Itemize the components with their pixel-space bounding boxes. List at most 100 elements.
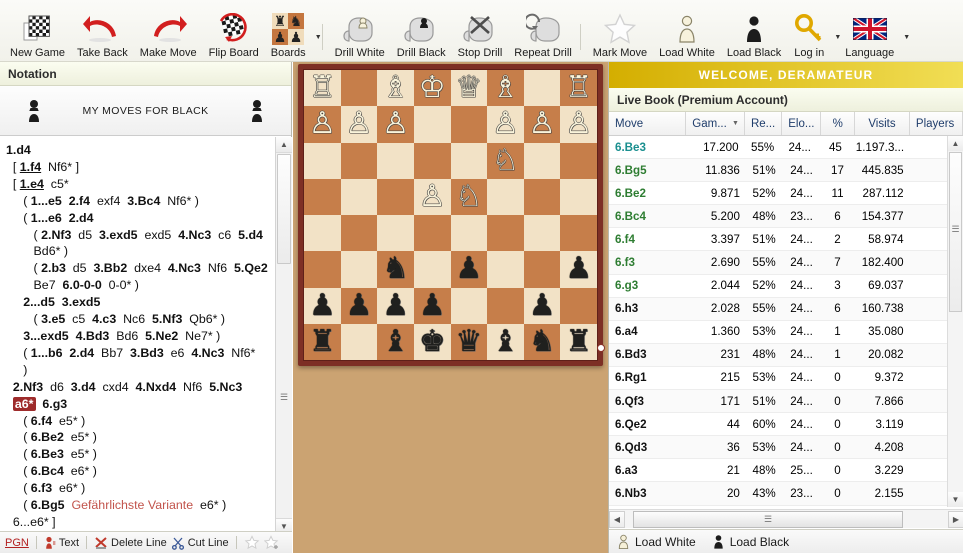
board-square[interactable]: ♟ <box>304 287 341 324</box>
board-square[interactable] <box>340 215 378 252</box>
livebook-row[interactable]: 6.Rg1 215 53% 24... 0 9.372 <box>609 367 963 391</box>
board-square[interactable]: ♙ <box>413 178 451 215</box>
toolbar-button-take-back[interactable]: Take Back <box>71 2 134 62</box>
board-square[interactable] <box>340 178 378 215</box>
board-square[interactable] <box>304 178 341 215</box>
board-square[interactable] <box>413 106 451 143</box>
board-square[interactable] <box>560 178 597 215</box>
board-square[interactable] <box>340 142 378 179</box>
board-square[interactable]: ♘ <box>450 178 488 215</box>
livebook-row[interactable]: 6.Qe2 44 60% 24... 0 3.119 <box>609 413 963 437</box>
chess-piece-bP[interactable]: ♟ <box>529 290 556 321</box>
toolbar-button-repeat-drill[interactable]: Repeat Drill <box>508 2 577 62</box>
livebook-row[interactable]: 6.Qd3 36 53% 24... 0 4.208 <box>609 436 963 460</box>
chess-piece-bP[interactable]: ♟ <box>382 290 409 321</box>
board-square[interactable]: ♙ <box>377 106 414 143</box>
board-square[interactable] <box>487 251 524 288</box>
cut-line-button[interactable]: Cut Line <box>171 536 229 550</box>
board-square[interactable] <box>304 142 341 179</box>
column-header-[interactable]: % <box>821 112 855 135</box>
board-square[interactable]: ♔ <box>413 70 451 107</box>
board-square[interactable]: ♟ <box>413 287 451 324</box>
livebook-row[interactable]: 6.Nb3 20 43% 23... 0 2.155 <box>609 482 963 506</box>
chess-piece-wP[interactable]: ♙ <box>419 181 446 212</box>
chess-piece-bK[interactable]: ♚ <box>419 326 446 357</box>
chess-piece-bP[interactable]: ♟ <box>455 254 482 284</box>
load-black-button[interactable]: Load Black <box>712 534 789 550</box>
livebook-row[interactable]: 6.f4 3.397 51% 24... 2 58.974 <box>609 228 963 252</box>
board-square[interactable] <box>560 215 597 252</box>
hs-left-arrow[interactable]: ◀ <box>609 510 625 528</box>
livebook-horizontal-scrollbar[interactable]: ◀ ☰ ▶ <box>609 509 963 528</box>
board-square[interactable] <box>377 178 414 215</box>
board-square[interactable]: ♖ <box>304 70 341 107</box>
chess-piece-wR[interactable]: ♖ <box>309 73 336 103</box>
board-square[interactable]: ♗ <box>487 70 524 107</box>
board-square[interactable] <box>523 251 561 288</box>
star-outline-icon[interactable] <box>244 534 260 551</box>
livebook-vertical-scrollbar[interactable]: ▲ ☰ ▼ <box>947 136 963 507</box>
board-square[interactable]: ♙ <box>340 106 378 143</box>
livebook-rows-container[interactable]: 6.Be3 17.200 55% 24... 45 1.197.3... 6.Bg5 11.8… <box>609 136 963 507</box>
chess-piece-bP[interactable]: ♟ <box>419 290 446 321</box>
board-square[interactable] <box>450 287 488 324</box>
chess-piece-bN[interactable]: ♞ <box>382 254 409 284</box>
board-square[interactable]: ♛ <box>450 323 488 360</box>
chess-piece-wR[interactable]: ♖ <box>565 73 592 103</box>
toolbar-button-drill-white[interactable]: Drill White <box>329 2 391 62</box>
board-square[interactable]: ♚ <box>413 323 451 360</box>
toolbar-button-stop-drill[interactable]: Stop Drill <box>452 2 509 62</box>
text-button[interactable]: Text <box>44 536 79 550</box>
board-square[interactable] <box>340 251 378 288</box>
toolbar-button-log-in[interactable]: ▼ Log in <box>787 2 841 62</box>
chess-board[interactable]: ♖ ♗ ♔ ♕ ♗ ♖ ♙ ♙ ♙ ♙ ♙ ♙ ♘ ♙ ♘ ♞ ♟ ♟ ♟ ♟ ♟ ♟ ♟ ♜ ♝ ♚ ♛ ♝ ♞ ♜ <box>303 69 598 361</box>
livebook-row[interactable]: 6.Bc4 5.200 48% 23... 6 154.377 <box>609 205 963 229</box>
toolbar-button-flip-board[interactable]: Flip Board <box>203 2 265 62</box>
chess-piece-bR[interactable]: ♜ <box>565 326 592 357</box>
lb-scroll-up-arrow[interactable]: ▲ <box>948 136 963 151</box>
delete-line-button[interactable]: Delete Line <box>94 536 167 550</box>
column-header-visits[interactable]: Visits <box>855 112 910 135</box>
board-square[interactable] <box>450 106 488 143</box>
column-header-elo[interactable]: Elo... <box>782 112 822 135</box>
chess-piece-wB[interactable]: ♗ <box>492 73 519 103</box>
chess-piece-wP[interactable]: ♙ <box>382 109 409 139</box>
toolbar-button-boards[interactable]: ♜ ♞ ♟ ♟ ▼ Boards <box>265 2 322 62</box>
livebook-row[interactable]: 6.a3 21 48% 25... 0 3.229 <box>609 459 963 483</box>
toolbar-button-load-white[interactable]: Load White <box>653 2 721 62</box>
chess-piece-wN[interactable]: ♘ <box>492 145 519 176</box>
board-square[interactable] <box>377 215 414 252</box>
toolbar-button-new-game[interactable]: New Game <box>4 2 71 62</box>
toolbar-button-mark-move[interactable]: Mark Move <box>587 2 653 62</box>
board-square[interactable] <box>487 215 524 252</box>
board-square[interactable]: ♖ <box>560 70 597 107</box>
board-square[interactable] <box>304 251 341 288</box>
board-square[interactable] <box>413 251 451 288</box>
board-square[interactable]: ♟ <box>560 251 597 308</box>
board-square[interactable] <box>413 142 451 179</box>
chevron-down-icon[interactable]: ▼ <box>315 34 322 41</box>
notation-vertical-scrollbar[interactable]: ▲ ☰ ▼ <box>275 137 292 533</box>
column-header-re[interactable]: Re... <box>745 112 783 135</box>
pgn-button[interactable]: PGN <box>5 537 29 549</box>
chevron-down-icon[interactable]: ▼ <box>903 34 910 41</box>
board-square[interactable]: ♙ <box>487 106 524 143</box>
board-square[interactable]: ♗ <box>377 70 414 107</box>
board-square[interactable]: ♜ <box>560 323 597 360</box>
chess-piece-wQ[interactable]: ♕ <box>455 73 482 103</box>
board-square[interactable] <box>523 215 561 252</box>
column-header-move[interactable]: Move <box>609 112 687 135</box>
board-square[interactable]: ♙ <box>304 106 341 143</box>
chess-piece-wP[interactable]: ♙ <box>529 109 556 139</box>
board-square[interactable]: ♞ <box>523 323 561 360</box>
chess-piece-wP[interactable]: ♙ <box>309 109 336 139</box>
hs-right-arrow[interactable]: ▶ <box>948 510 963 528</box>
scroll-thumb[interactable] <box>277 154 291 264</box>
toolbar-button-load-black[interactable]: Load Black <box>721 2 787 62</box>
board-square[interactable] <box>413 215 451 252</box>
livebook-row[interactable]: 6.Bg5 11.836 51% 24... 17 445.835 <box>609 159 963 183</box>
board-square[interactable]: ♙ <box>523 106 561 143</box>
board-square[interactable] <box>450 142 488 179</box>
board-square[interactable] <box>487 178 524 215</box>
board-square[interactable] <box>560 287 597 324</box>
